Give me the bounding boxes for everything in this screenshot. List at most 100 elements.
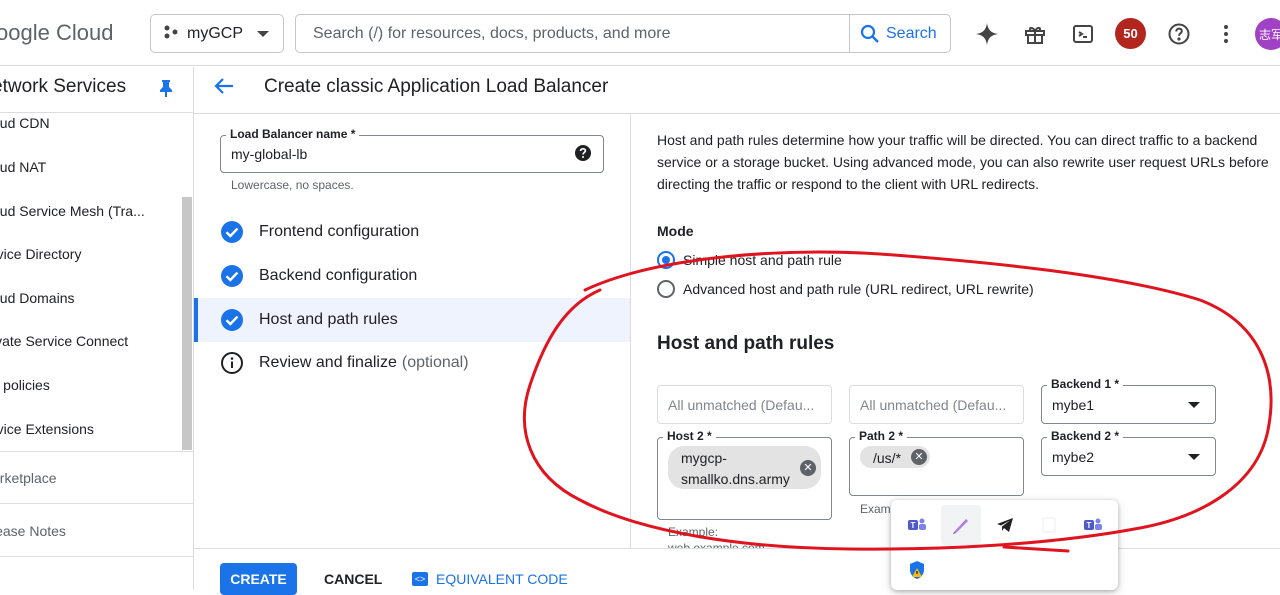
lb-name-hint: Lowercase, no spaces.	[231, 178, 354, 192]
logo-text: oogle Cloud	[0, 20, 114, 45]
chevron-down-icon	[1188, 454, 1200, 460]
step-label: Host and path rules	[259, 311, 398, 328]
radio-advanced-mode-label[interactable]: Advanced host and path rule (URL redirec…	[683, 281, 1034, 297]
cancel-button[interactable]: CANCEL	[314, 563, 392, 595]
radio-advanced-mode[interactable]	[657, 280, 675, 298]
sidebar-item-cloud-nat[interactable]: oud NAT	[0, 159, 46, 175]
avatar-text: 志军	[1259, 27, 1280, 42]
pin-icon[interactable]	[158, 79, 174, 102]
search-button[interactable]: Search	[849, 15, 950, 52]
sidebar: etwork Services oud CDN oud NAT oud Serv…	[0, 67, 194, 590]
path-1-placeholder: All unmatched (Defau...	[860, 397, 1007, 413]
sidebar-item-cloud-domains[interactable]: oud Domains	[0, 290, 75, 306]
info-icon	[220, 351, 244, 375]
equivalent-code-label: EQUIVALENT CODE	[436, 571, 568, 587]
sidebar-divider	[0, 503, 194, 504]
sidebar-divider	[0, 112, 194, 113]
search-button-label: Search	[886, 24, 937, 42]
chevron-down-icon	[1188, 402, 1200, 408]
sidebar-item-release-notes[interactable]: lease Notes	[0, 523, 66, 539]
backend-2-value: mybe2	[1052, 449, 1095, 465]
step-review-and-finalize[interactable]: Review and finalize (optional)	[194, 341, 630, 385]
lb-name-label: Load Balancer name *	[226, 127, 360, 141]
more-vert-icon[interactable]	[1212, 20, 1240, 48]
header-divider	[194, 113, 1280, 114]
cancel-button-label: CANCEL	[324, 571, 383, 587]
backend-1-value: mybe1	[1052, 397, 1095, 413]
avatar[interactable]: 志军	[1255, 18, 1280, 50]
search-icon	[860, 24, 879, 43]
sidebar-scrollbar[interactable]	[182, 197, 192, 450]
sidebar-title: etwork Services	[0, 76, 127, 97]
sidebar-divider	[0, 556, 194, 557]
search-input[interactable]	[296, 15, 848, 52]
notification-badge[interactable]: 50	[1115, 18, 1146, 49]
project-icon	[163, 24, 181, 43]
teams-icon[interactable]: T	[1073, 505, 1113, 545]
sidebar-item-service-directory[interactable]: rvice Directory	[0, 246, 81, 262]
help-circle-icon[interactable]	[574, 144, 592, 167]
chip-remove-icon[interactable]: ✕	[911, 449, 927, 465]
radio-simple-mode[interactable]	[657, 251, 675, 269]
sidebar-item-cloud-cdn[interactable]: oud CDN	[0, 115, 50, 131]
page-title: Create classic Application Load Balancer	[264, 76, 609, 97]
create-button-label: CREATE	[230, 571, 287, 587]
check-circle-icon	[220, 264, 244, 288]
pen-icon[interactable]	[941, 505, 981, 545]
cloud-shell-icon[interactable]	[1069, 20, 1097, 48]
back-arrow-icon[interactable]	[213, 75, 235, 102]
check-circle-icon	[220, 220, 244, 244]
host-path-description: Host and path rules determine how your t…	[657, 132, 1269, 192]
lb-name-value[interactable]: my-global-lb	[231, 146, 307, 162]
host-2-label: Host 2 *	[663, 429, 716, 443]
step-host-and-path-rules[interactable]: Host and path rules	[194, 298, 630, 342]
step-backend-configuration[interactable]: Backend configuration	[194, 254, 630, 298]
app-icons-popup: T T	[891, 500, 1118, 590]
path-chip-text: /us/*	[873, 450, 902, 466]
top-bar: oogle Cloud myGCP Search 50 志军	[0, 0, 1280, 66]
create-button[interactable]: CREATE	[220, 563, 297, 595]
host-hint-line1: Example:	[668, 525, 719, 539]
host-path-rules-heading: Host and path rules	[657, 333, 835, 354]
search-bar: Search	[295, 14, 951, 53]
project-name: myGCP	[187, 24, 243, 42]
sidebar-item-service-extensions[interactable]: rvice Extensions	[0, 421, 94, 437]
step-optional-label: (optional)	[401, 354, 469, 371]
radio-simple-mode-label[interactable]: Simple host and path rule	[683, 252, 842, 268]
shield-icon[interactable]	[897, 550, 937, 590]
chip-remove-icon[interactable]: ✕	[800, 460, 816, 476]
equivalent-code-button[interactable]: <> EQUIVALENT CODE	[412, 563, 568, 595]
project-picker[interactable]: myGCP	[150, 14, 284, 53]
backend-1-label: Backend 1 *	[1047, 377, 1124, 391]
check-circle-icon	[220, 308, 244, 332]
host-chip-text-line1: mygcp-	[681, 450, 727, 466]
help-icon[interactable]	[1165, 20, 1193, 48]
sidebar-item-url-policies[interactable]: L policies	[0, 377, 50, 393]
teams-icon[interactable]: T	[897, 505, 937, 545]
sidebar-item-private-service-connect[interactable]: ivate Service Connect	[0, 333, 128, 349]
host-1-placeholder: All unmatched (Defau...	[668, 397, 815, 413]
host-chip-text-line2: smallko.dns.army	[681, 471, 790, 487]
notification-count: 50	[1123, 26, 1138, 41]
step-label: Review and finalize	[259, 354, 397, 371]
step-label: Frontend configuration	[259, 223, 420, 240]
step-label: Backend configuration	[259, 267, 418, 284]
svg-text:T: T	[1087, 521, 1092, 530]
svg-text:T: T	[911, 521, 916, 530]
path-2-label: Path 2 *	[855, 429, 908, 443]
gemini-icon[interactable]	[973, 20, 1001, 48]
gift-icon[interactable]	[1021, 20, 1049, 48]
sidebar-item-service-mesh[interactable]: oud Service Mesh (Tra...	[0, 203, 145, 219]
backend-2-label: Backend 2 *	[1047, 429, 1124, 443]
mode-label: Mode	[657, 223, 694, 239]
telegram-icon[interactable]	[985, 505, 1025, 545]
step-frontend-configuration[interactable]: Frontend configuration	[194, 210, 630, 254]
sidebar-item-marketplace[interactable]: arketplace	[0, 470, 57, 486]
blank-icon[interactable]	[1029, 505, 1069, 545]
path-2-hint: Exam	[860, 502, 891, 516]
sidebar-divider	[0, 451, 194, 452]
chevron-down-icon	[257, 31, 269, 37]
code-icon: <>	[412, 572, 428, 586]
google-cloud-logo[interactable]: oogle Cloud	[0, 20, 113, 46]
column-divider	[630, 114, 631, 548]
